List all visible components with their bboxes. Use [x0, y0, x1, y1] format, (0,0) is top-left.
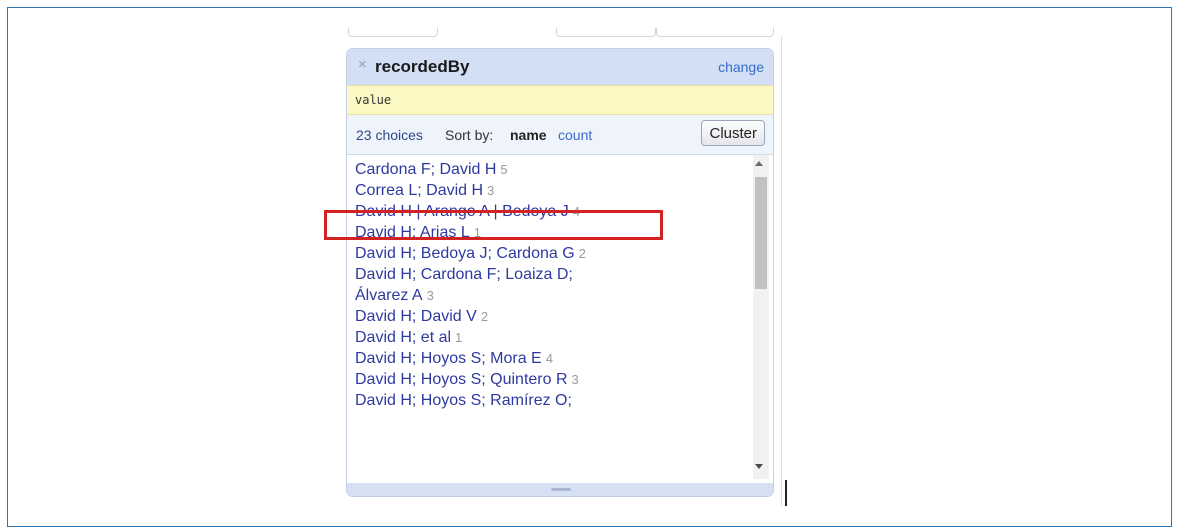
- choice-item[interactable]: David H; Hoyos S; Quintero R3: [355, 369, 645, 390]
- scroll-up-icon[interactable]: [755, 161, 763, 166]
- choice-item[interactable]: David H; Cardona F; Loaiza D; Álvarez A3: [355, 264, 625, 306]
- choice-count: 1: [455, 330, 463, 345]
- choice-item[interactable]: Cardona F; David H5: [355, 159, 645, 180]
- close-icon[interactable]: ×: [358, 57, 370, 72]
- choice-count: 3: [487, 183, 495, 198]
- choice-item[interactable]: David H; Hoyos S; Ramírez O;: [355, 390, 645, 411]
- facet-controls: 23 choices Sort by: name count Cluster: [347, 115, 773, 155]
- sort-by-count[interactable]: count: [558, 127, 592, 143]
- recordedby-facet-panel: × recordedBy change value 23 choices Sor…: [346, 48, 774, 497]
- top-panel-edge: [556, 28, 656, 37]
- sort-by-label: Sort by:: [445, 127, 494, 143]
- choice-name: David H; David V: [355, 308, 477, 325]
- choice-item[interactable]: Correa L; David H3: [355, 180, 645, 201]
- choice-name: David H; Cardona F; Loaiza D; Álvarez A: [355, 266, 573, 304]
- choice-name: Cardona F; David H: [355, 161, 497, 178]
- choice-item[interactable]: David H; David V2: [355, 306, 645, 327]
- facet-resize-handle[interactable]: [347, 483, 773, 496]
- text-cursor: [785, 480, 787, 506]
- choice-count: 3: [571, 372, 579, 387]
- choice-list-scrollbar[interactable]: [753, 155, 769, 479]
- choice-count: 2: [578, 246, 586, 261]
- cluster-button[interactable]: Cluster: [701, 120, 765, 146]
- change-link[interactable]: change: [718, 59, 764, 75]
- top-panel-edge: [348, 28, 438, 37]
- choice-count: 3: [426, 288, 434, 303]
- choice-item[interactable]: David H; Bedoya J; Cardona G2: [355, 243, 645, 264]
- facet-title: recordedBy: [375, 57, 470, 76]
- scroll-thumb[interactable]: [755, 177, 767, 289]
- choice-count: 2: [480, 309, 489, 324]
- choice-name: Correa L; David H: [355, 182, 484, 199]
- scroll-down-icon[interactable]: [755, 464, 763, 469]
- resize-grip-icon: [551, 488, 571, 491]
- choices-count: 23 choices: [356, 127, 423, 143]
- facet-expression[interactable]: value: [347, 85, 773, 115]
- facet-header: × recordedBy change: [347, 49, 773, 85]
- choice-count: 4: [545, 351, 553, 366]
- divider-line: [781, 36, 782, 506]
- top-panel-edge: [656, 28, 774, 37]
- sort-by-name[interactable]: name: [510, 127, 547, 143]
- choice-count: 5: [500, 162, 508, 177]
- choice-list: Cardona F; David H5 Correa L; David H3 D…: [347, 154, 747, 484]
- choice-name: David H; et al: [355, 329, 452, 346]
- highlight-annotation-box: [324, 210, 663, 240]
- choice-name: David H; Bedoya J; Cardona G: [355, 245, 575, 262]
- choice-name: David H; Hoyos S; Quintero R: [355, 371, 568, 388]
- choice-item[interactable]: David H; et al 1: [355, 327, 645, 348]
- choice-item[interactable]: David H; Hoyos S; Mora E4: [355, 348, 645, 369]
- choice-name: David H; Hoyos S; Mora E: [355, 350, 542, 367]
- choice-name: David H; Hoyos S; Ramírez O;: [355, 392, 572, 409]
